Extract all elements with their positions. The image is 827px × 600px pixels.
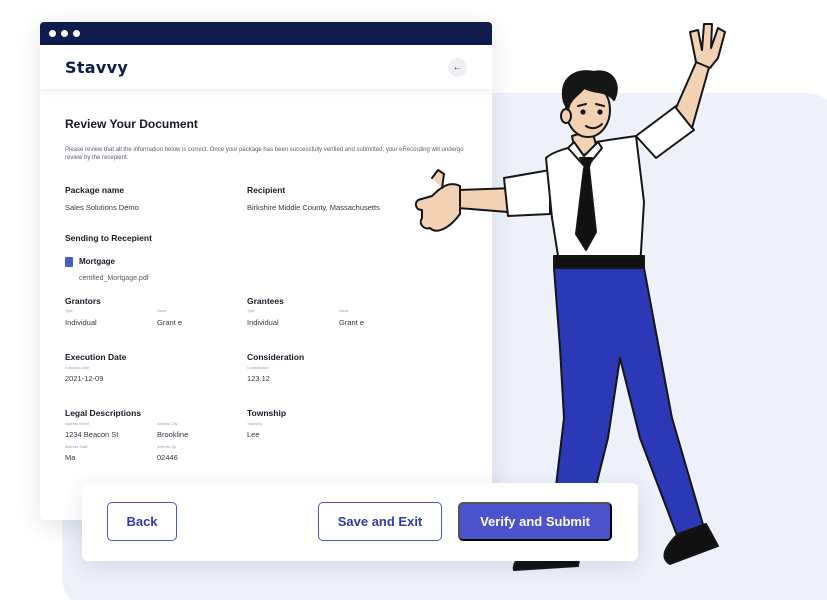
document-file: certified_Mortgage.pdf (79, 275, 149, 282)
grantees-type: Individual (247, 318, 279, 327)
save-and-exit-button[interactable]: Save and Exit (318, 502, 442, 541)
consideration-sublabel: Consideration (247, 366, 270, 370)
township-value: Lee (247, 430, 260, 439)
legal-descriptions-label: Legal Descriptions (65, 408, 142, 418)
grantees-type-label: Type (247, 309, 255, 313)
grantees-name: Grant e (339, 318, 365, 327)
address-zip-value: 02446 (157, 453, 178, 462)
address-state-value: Ma (65, 453, 76, 462)
grantors-type-label: Type (65, 309, 73, 313)
address-city-label: Address City (157, 422, 178, 426)
recipient-value: Birkshire Middle County, Massachusetts (247, 203, 380, 212)
execution-date-label: Execution Date (65, 352, 127, 362)
grantors-type: Individual (65, 318, 97, 327)
grantors-name: Grant e (157, 318, 183, 327)
recipient-label: Recipient (247, 185, 286, 195)
document-icon (65, 257, 73, 267)
package-name-value: Sales Solutions Demo (65, 203, 139, 212)
page-title: Review Your Document (65, 117, 198, 131)
grantees-label: Grantees (247, 296, 284, 306)
sending-to-recipient-label: Sending to Recepient (65, 233, 152, 243)
package-name-label: Package name (65, 185, 125, 195)
window-dot-icon (73, 30, 80, 37)
grantors-label: Grantors (65, 296, 101, 306)
back-button[interactable]: Back (107, 502, 177, 541)
verify-and-submit-button[interactable]: Verify and Submit (458, 502, 612, 541)
address-street-label: Address Street (65, 422, 89, 426)
execution-date-value: 2021-12-09 (65, 374, 104, 383)
township-sublabel: Township (247, 422, 262, 426)
address-city-value: Brookline (157, 430, 189, 439)
window-dot-icon (49, 30, 56, 37)
consideration-value: 123.12 (247, 374, 270, 383)
document-name: Mortgage (79, 257, 115, 266)
consideration-label: Consideration (247, 352, 305, 362)
action-bar: Back Save and Exit Verify and Submit (82, 483, 638, 561)
address-zip-label: Address Zip (157, 445, 177, 449)
stavvy-logo: Stavvy (65, 57, 129, 77)
grantors-name-label: Name (157, 309, 167, 313)
execution-date-sublabel: Execution Date (65, 366, 90, 370)
grantees-name-label: Name (339, 309, 349, 313)
window-dot-icon (61, 30, 68, 37)
address-state-label: Address State (65, 445, 88, 449)
township-label: Township (247, 408, 287, 418)
address-street-value: 1234 Beacon St (65, 430, 119, 439)
